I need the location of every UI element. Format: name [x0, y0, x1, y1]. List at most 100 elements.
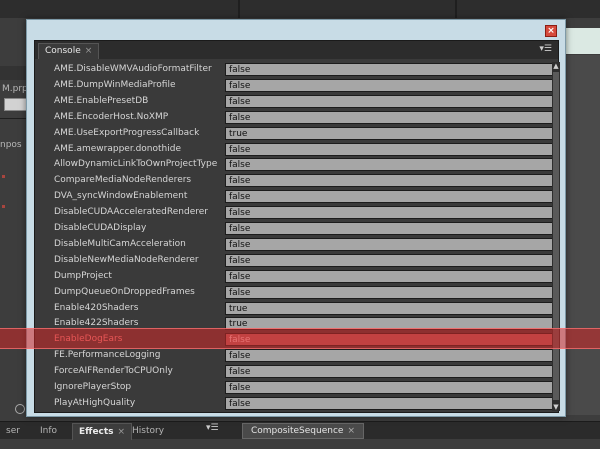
list-item: FE.PerformanceLogging false — [49, 347, 554, 363]
setting-name: AME.UseExportProgressCallback — [54, 127, 200, 138]
tab-composite-sequence[interactable]: CompositeSequence × — [242, 423, 364, 439]
close-icon[interactable]: × — [545, 25, 557, 37]
list-item: CompareMediaNodeRenderers false — [49, 172, 554, 188]
vertical-scrollbar[interactable]: ▲ ▼ — [552, 62, 560, 411]
setting-value-field[interactable]: true — [225, 301, 554, 315]
setting-value-field[interactable]: false — [225, 349, 554, 363]
timeline-marker — [2, 205, 5, 208]
setting-value-field[interactable]: false — [225, 222, 554, 235]
setting-value-field[interactable]: false — [225, 206, 554, 220]
tab-console[interactable]: Console × — [38, 43, 100, 59]
setting-name: DVA_syncWindowEnablement — [54, 191, 188, 202]
console-panel: Console × ▾☰ AME.DisableWMVAudioFormatFil… — [34, 40, 560, 413]
close-icon[interactable]: × — [347, 426, 355, 436]
list-item: ForceAIFRenderToCPUOnly false — [49, 363, 554, 379]
setting-name: ForceAIFRenderToCPUOnly — [54, 366, 173, 377]
tab-label: CompositeSequence — [251, 426, 344, 436]
setting-name: DumpProject — [54, 270, 112, 281]
list-item: IgnorePlayerStop false — [49, 379, 554, 395]
setting-name: AME.EnablePresetDB — [54, 95, 149, 106]
close-icon[interactable]: × — [85, 46, 93, 56]
timeline-marker — [2, 175, 5, 178]
list-item: AME.UseExportProgressCallback true — [49, 125, 554, 141]
debug-settings-list: AME.DisableWMVAudioFormatFilter false AME.… — [49, 61, 554, 411]
tab-effects[interactable]: Effects × — [72, 423, 133, 440]
setting-value-field[interactable]: false — [225, 158, 554, 172]
list-item: AME.DumpWinMediaProfile false — [49, 77, 554, 93]
panel-divider — [0, 118, 26, 119]
composition-label-fragment: npos — [0, 140, 22, 150]
right-panel-preview — [566, 28, 600, 54]
list-item: DisableNewMediaNodeRenderer false — [49, 252, 554, 268]
setting-name: CompareMediaNodeRenderers — [54, 175, 192, 186]
setting-value-field[interactable]: false — [225, 285, 554, 299]
tab-media-browser[interactable]: ser — [0, 423, 26, 440]
list-item: DVA_syncWindowEnablement false — [49, 188, 554, 204]
tab-label: ser — [6, 426, 20, 436]
setting-value-field[interactable]: false — [225, 110, 554, 124]
setting-value-field[interactable]: false — [225, 237, 554, 251]
panel-divider — [455, 0, 457, 18]
list-item: PlayAtHighQuality false — [49, 395, 554, 411]
setting-value-field[interactable]: false — [225, 253, 554, 267]
setting-value-field[interactable]: false — [225, 333, 554, 347]
setting-name: EnableDogEars — [54, 334, 123, 345]
console-tab-bar: Console × ▾☰ — [35, 41, 558, 59]
setting-name: AME.DisableWMVAudioFormatFilter — [54, 64, 212, 74]
list-item: DisableCUDADisplay false — [49, 220, 554, 236]
setting-name: DisableNewMediaNodeRenderer — [54, 254, 199, 265]
setting-name: AME.amewrapper.donothide — [54, 143, 181, 154]
left-panel-field[interactable] — [4, 98, 28, 111]
setting-name: AME.EncoderHost.NoXMP — [54, 111, 169, 122]
panel-menu-icon[interactable]: ▾☰ — [206, 423, 219, 433]
console-dialog: × Console × ▾☰ AME.DisableWMVAudioFormatF… — [26, 19, 566, 417]
setting-value-field[interactable]: false — [225, 94, 554, 108]
setting-value-field[interactable]: false — [225, 190, 554, 204]
tab-label: Console — [45, 46, 81, 56]
setting-value-field[interactable]: false — [225, 396, 554, 410]
setting-name: DisableCUDAAcceleratedRenderer — [54, 207, 208, 218]
scroll-down-icon[interactable]: ▼ — [552, 403, 560, 411]
left-panel-header — [0, 66, 26, 80]
list-item: EnableDogEars false — [49, 331, 554, 347]
list-item: AllowDynamicLinkToOwnProjectType false — [49, 156, 554, 172]
panel-menu-icon[interactable]: ▾☰ — [539, 44, 552, 54]
setting-name: Enable422Shaders — [54, 318, 139, 329]
tab-info[interactable]: Info — [34, 423, 63, 440]
setting-name: DisableCUDADisplay — [54, 223, 147, 233]
scroll-thumb[interactable] — [553, 72, 559, 400]
list-item: DisableCUDAAcceleratedRenderer false — [49, 204, 554, 220]
list-item: DumpQueueOnDroppedFrames false — [49, 284, 554, 300]
setting-name: DisableMultiCamAcceleration — [54, 238, 186, 249]
setting-name: DumpQueueOnDroppedFrames — [54, 286, 195, 297]
tab-label: Effects — [79, 427, 114, 437]
list-item: AME.EnablePresetDB false — [49, 93, 554, 109]
setting-name: IgnorePlayerStop — [54, 382, 132, 392]
list-item: DisableMultiCamAcceleration false — [49, 236, 554, 252]
list-item: Enable420Shaders true — [49, 300, 554, 316]
setting-value-field[interactable]: false — [225, 63, 554, 76]
setting-value-field[interactable]: false — [225, 365, 554, 379]
setting-name: AME.DumpWinMediaProfile — [54, 79, 176, 90]
top-panel-strip — [0, 0, 600, 18]
setting-value-field[interactable]: false — [225, 78, 554, 92]
right-panel — [566, 55, 600, 415]
setting-value-field[interactable]: true — [225, 126, 554, 140]
setting-value-field[interactable]: false — [225, 142, 554, 156]
setting-value-field[interactable]: true — [225, 317, 554, 331]
search-icon[interactable] — [15, 404, 25, 414]
list-item: AME.EncoderHost.NoXMP false — [49, 109, 554, 125]
panel-divider — [238, 0, 240, 18]
setting-name: AllowDynamicLinkToOwnProjectType — [54, 159, 218, 170]
tab-label: Info — [40, 426, 58, 436]
scroll-up-icon[interactable]: ▲ — [552, 62, 560, 70]
setting-value-field[interactable]: false — [225, 269, 554, 283]
setting-value-field[interactable]: false — [225, 174, 554, 188]
close-icon[interactable]: × — [118, 427, 126, 437]
setting-value-field[interactable]: false — [225, 381, 554, 394]
setting-name: FE.PerformanceLogging — [54, 350, 161, 361]
list-item: DumpProject false — [49, 268, 554, 284]
list-item: AME.DisableWMVAudioFormatFilter false — [49, 61, 554, 77]
list-item: Enable422Shaders true — [49, 315, 554, 331]
tab-history[interactable]: History — [126, 423, 170, 440]
